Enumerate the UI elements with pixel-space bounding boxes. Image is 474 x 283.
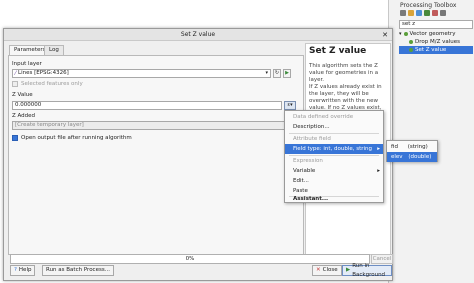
help-paragraph-1: This algorithm sets the Z value for geom…: [309, 63, 379, 83]
close-icon[interactable]: ✕: [381, 29, 389, 41]
progress-bar: 0%: [10, 254, 370, 264]
tree-item-drop-mz[interactable]: Drop M/Z values: [399, 38, 473, 46]
data-defined-override-button[interactable]: ε▾: [284, 101, 296, 110]
z-value-label: Z Value: [12, 92, 33, 98]
help-title: Set Z value: [309, 46, 367, 56]
input-layer-select[interactable]: ⁄ Lines [EPSG:4326] ▾: [12, 69, 271, 78]
help-button-label: Help: [18, 267, 32, 273]
open-output-label: Open output file after running algorithm: [21, 135, 132, 141]
toolbox-title: Processing Toolbox: [400, 2, 457, 9]
python-icon[interactable]: [424, 10, 430, 16]
tree-item-label: Set Z value: [415, 47, 447, 53]
field-name: elev: [391, 154, 403, 160]
open-output-checkbox[interactable]: [12, 135, 18, 141]
menu-item-description[interactable]: Description...: [285, 122, 383, 132]
data-defined-menu: Data defined override Description... Att…: [284, 110, 384, 203]
submenu-item-fid[interactable]: fid (string): [387, 142, 437, 152]
browse-layer-button[interactable]: ▶: [283, 69, 291, 78]
selected-only-row: Selected features only: [12, 81, 83, 87]
menu-item-assistant[interactable]: Assistant...: [285, 194, 383, 204]
toolbox-search-input[interactable]: set z: [399, 20, 473, 29]
dialog-title: Set Z value: [180, 31, 216, 38]
run-in-background-button[interactable]: ▶ Run in Background: [342, 263, 392, 278]
close-icon: ✕: [316, 267, 321, 273]
z-added-output-field[interactable]: [Create temporary layer]: [12, 121, 288, 130]
menu-item-data-defined-override: Data defined override: [293, 114, 354, 120]
field-submenu: fid (string) elev (double): [386, 140, 438, 162]
close-button[interactable]: ✕ Close: [312, 265, 342, 276]
expand-chevron-icon[interactable]: ▾: [399, 30, 402, 38]
help-icon: ?: [14, 267, 17, 273]
chevron-right-icon: ▸: [377, 168, 380, 174]
scripts-icon[interactable]: [440, 10, 446, 16]
run-in-background-label: Run in Background: [352, 262, 386, 278]
models-icon[interactable]: [432, 10, 438, 16]
variable-label: Variable: [293, 168, 316, 174]
selected-only-checkbox[interactable]: [12, 81, 18, 87]
toolbox-tree: ▾ Vector geometry Drop M/Z values Set Z …: [399, 30, 473, 54]
tab-log[interactable]: Log: [44, 45, 64, 55]
close-button-label: Close: [322, 267, 338, 273]
algorithm-icon: [409, 40, 413, 44]
algorithm-icon: [409, 48, 413, 52]
menu-item-edit[interactable]: Edit...: [285, 176, 383, 186]
z-value-input[interactable]: 0.000000: [12, 101, 282, 110]
help-button[interactable]: ? Help: [10, 265, 36, 276]
parameters-panel: Input layer ⁄ Lines [EPSG:4326] ▾ ↻ ▶ Se…: [8, 55, 304, 255]
dialog-titlebar[interactable]: Set Z value: [4, 29, 392, 41]
line-layer-icon: ⁄: [15, 70, 17, 77]
submenu-item-elev[interactable]: elev (double): [387, 152, 437, 162]
iterate-button[interactable]: ↻: [273, 69, 281, 78]
z-added-label: Z Added: [12, 113, 36, 119]
tree-item-set-z[interactable]: Set Z value: [399, 46, 473, 54]
tree-item-label: Vector geometry: [409, 31, 456, 37]
progress-text: 0%: [185, 256, 195, 262]
menu-item-attribute-field: Attribute field: [293, 136, 331, 142]
field-name: fid: [391, 144, 398, 150]
play-icon: ▶: [346, 267, 351, 273]
toolbox-toolbar: [400, 10, 446, 16]
history-icon[interactable]: [408, 10, 414, 16]
tree-item-label: Drop M/Z values: [415, 39, 460, 45]
run-batch-button[interactable]: Run as Batch Process...: [42, 265, 114, 276]
run-batch-label: Run as Batch Process...: [46, 267, 110, 273]
vector-geometry-icon: [403, 32, 408, 36]
input-layer-label: Input layer: [12, 61, 42, 67]
chevron-right-icon: ▸: [377, 146, 380, 152]
open-output-row: Open output file after running algorithm: [12, 135, 132, 141]
menu-item-variable[interactable]: Variable ▸: [285, 166, 383, 176]
field-type-label: Field type: int, double, string: [293, 146, 373, 152]
settings-icon[interactable]: [400, 10, 406, 16]
input-layer-value: Lines [EPSG:4326]: [18, 70, 69, 76]
selected-only-label: Selected features only: [21, 81, 83, 87]
menu-item-expression: Expression: [293, 158, 323, 164]
chevron-down-icon: ▾: [265, 70, 268, 76]
tree-item-vector-geometry[interactable]: ▾ Vector geometry: [399, 30, 473, 38]
field-type: (double): [408, 154, 432, 160]
menu-item-field-type[interactable]: Field type: int, double, string ▸: [285, 144, 383, 154]
field-type: (string): [407, 144, 428, 150]
results-icon[interactable]: [416, 10, 422, 16]
